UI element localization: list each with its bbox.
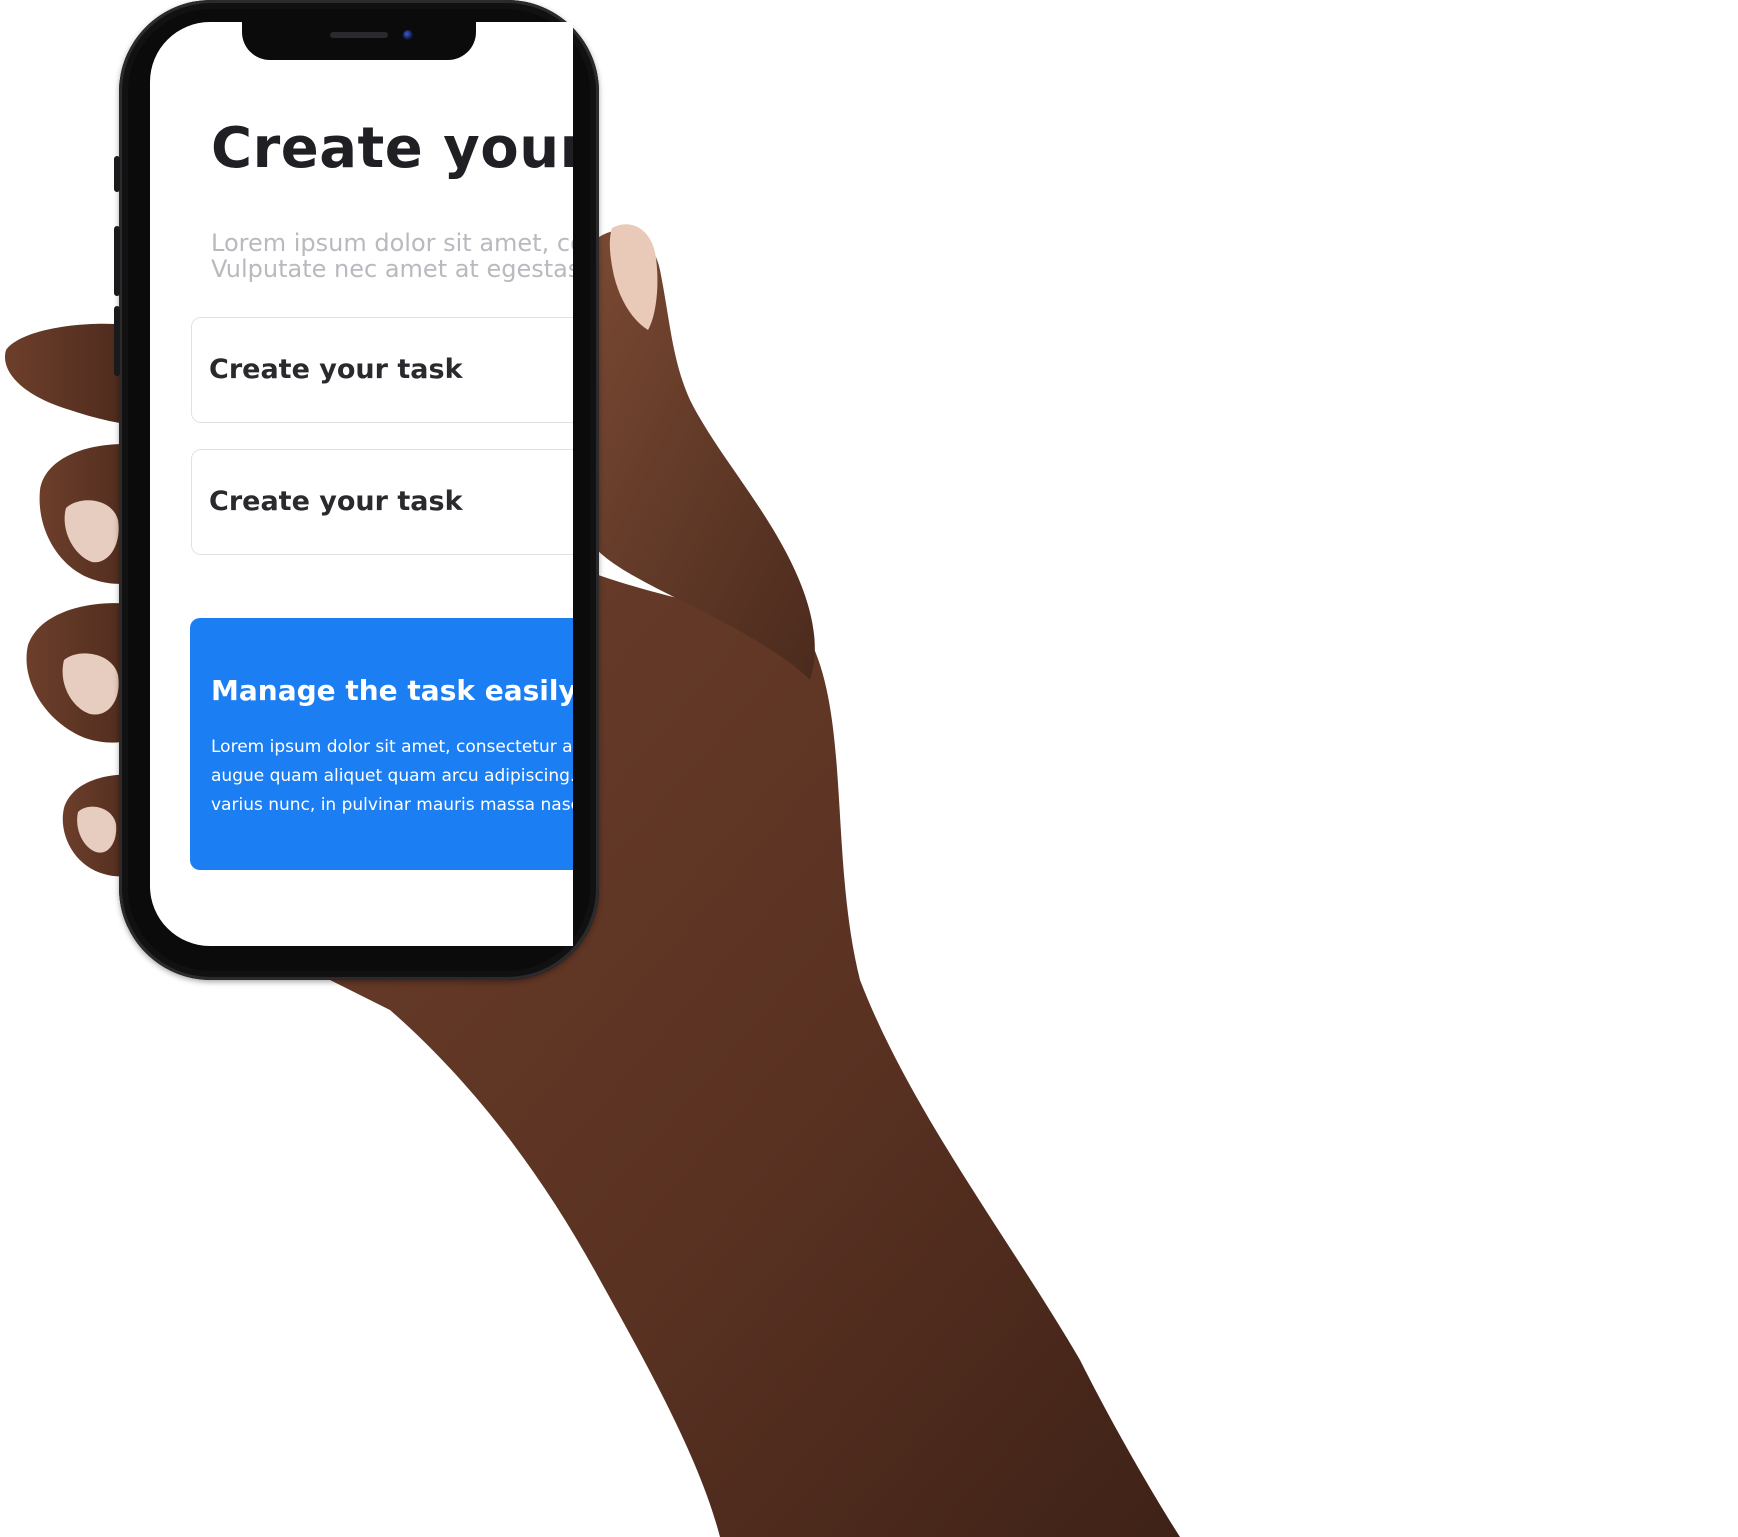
promo-card[interactable]: Manage the task easily and Lorem ipsum d… — [190, 618, 573, 870]
phone-screen: Create your t Lorem ipsum dolor sit amet… — [150, 22, 573, 946]
page-title: Create your t — [211, 116, 573, 181]
promo-body: Lorem ipsum dolor sit amet, consectetur … — [211, 733, 573, 820]
task-card[interactable]: Create your task — [191, 317, 573, 423]
page-subtitle: Lorem ipsum dolor sit amet, co Vulputate… — [211, 230, 573, 282]
promo-title: Manage the task easily and — [211, 674, 573, 707]
task-card-label: Create your task — [209, 354, 463, 385]
promo-body-line: varius nunc, in pulvinar mauris massa na… — [211, 795, 573, 815]
task-card[interactable]: Create your task — [191, 449, 573, 555]
task-card-label: Create your task — [209, 486, 463, 517]
silent-switch — [114, 156, 120, 192]
phone-notch — [242, 20, 476, 60]
volume-up-button — [114, 226, 120, 296]
volume-down-button — [114, 306, 120, 376]
subtitle-line: Lorem ipsum dolor sit amet, co — [211, 229, 573, 257]
promo-body-line: augue quam aliquet quam arcu adipiscing.… — [211, 766, 573, 786]
subtitle-line: Vulputate nec amet at egestas — [211, 255, 573, 283]
front-camera-icon — [403, 30, 413, 40]
earpiece-speaker-icon — [330, 32, 388, 38]
promo-body-line: Lorem ipsum dolor sit amet, consectetur … — [211, 737, 573, 757]
app-view: Create your t Lorem ipsum dolor sit amet… — [150, 22, 573, 946]
mockup-stage: Create your t Lorem ipsum dolor sit amet… — [0, 0, 1738, 1537]
